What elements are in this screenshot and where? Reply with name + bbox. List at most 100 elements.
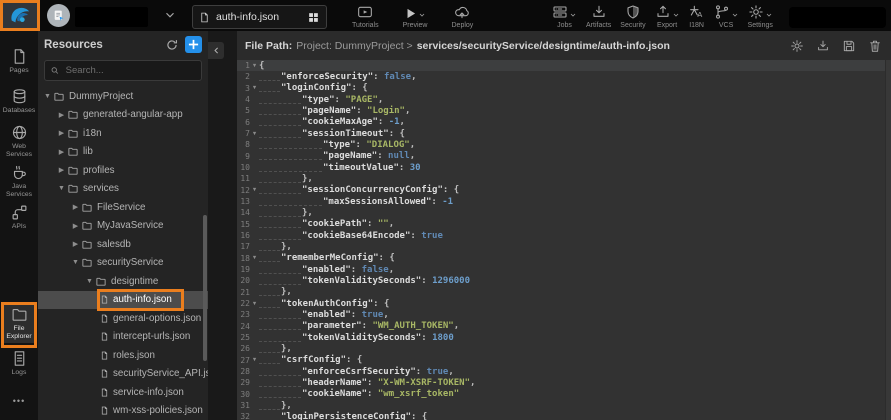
- chevron-expanded-icon[interactable]: ▼: [70, 259, 81, 266]
- topbar-action-settings[interactable]: Settings: [748, 4, 773, 29]
- topbar-action-i18n[interactable]: AI18N: [689, 4, 705, 29]
- code-line-3[interactable]: 3▼"loginConfig": {: [237, 83, 891, 94]
- editor-save-icon[interactable]: [842, 39, 856, 53]
- chevron-collapsed-icon[interactable]: ▶: [70, 222, 81, 230]
- chevron-collapsed-icon[interactable]: ▶: [56, 129, 67, 137]
- sidebar-item-java-services[interactable]: Java Services: [1, 162, 37, 201]
- code-line-6[interactable]: 6"cookieMaxAge": -1,: [237, 117, 891, 128]
- fold-marker-icon[interactable]: ▼: [250, 131, 259, 137]
- code-line-18[interactable]: 18▼"rememberMeConfig": {: [237, 253, 891, 264]
- topbar-action-deploy[interactable]: Deploy: [452, 4, 474, 29]
- sidebar-item-web-services[interactable]: Web Services: [1, 122, 37, 161]
- code-line-4[interactable]: 4"type": "PAGE",: [237, 94, 891, 105]
- chevron-expanded-icon[interactable]: ▼: [84, 278, 95, 285]
- code-line-23[interactable]: 23"enabled": true,: [237, 309, 891, 320]
- code-line-2[interactable]: 2"enforceSecurity": false,: [237, 71, 891, 82]
- code-line-13[interactable]: 13"maxSessionsAllowed": -1: [237, 196, 891, 207]
- code-line-16[interactable]: 16"cookieBase64Encode": true: [237, 230, 891, 241]
- chevron-collapsed-icon[interactable]: ▶: [70, 240, 81, 248]
- tree-folder-securityService[interactable]: ▼securityService: [38, 254, 208, 273]
- topbar-action-tutorials[interactable]: Tutorials: [352, 4, 379, 29]
- chevron-collapsed-icon[interactable]: ▶: [56, 111, 67, 119]
- code-line-17[interactable]: 17},: [237, 241, 891, 252]
- tree-folder-profiles[interactable]: ▶profiles: [38, 161, 208, 180]
- code-line-5[interactable]: 5"pageName": "Login",: [237, 105, 891, 116]
- code-line-8[interactable]: 8"type": "DIALOG",: [237, 139, 891, 150]
- resources-search[interactable]: [44, 60, 202, 81]
- code-line-20[interactable]: 20"tokenValiditySeconds": 1296000: [237, 275, 891, 286]
- open-file-tab[interactable]: auth-info.json: [192, 5, 327, 29]
- sidebar-item-file-explorer[interactable]: File Explorer: [1, 304, 37, 343]
- topbar-action-security[interactable]: Security: [620, 4, 645, 29]
- project-avatar[interactable]: [47, 4, 70, 27]
- chevron-collapsed-icon[interactable]: ▶: [56, 148, 67, 156]
- collapse-panel-button[interactable]: [208, 42, 224, 59]
- tree-folder-DummyProject[interactable]: ▼DummyProject: [38, 87, 208, 106]
- code-line-21[interactable]: 21},: [237, 287, 891, 298]
- code-line-12[interactable]: 12▼"sessionConcurrencyConfig": {: [237, 185, 891, 196]
- fold-marker-icon[interactable]: ▼: [250, 357, 259, 363]
- editor-delete-icon[interactable]: [868, 39, 882, 53]
- topbar-action-jobs[interactable]: Jobs: [552, 4, 577, 29]
- fold-marker-icon[interactable]: ▼: [250, 301, 259, 307]
- tree-file-service-info.json[interactable]: service-info.json: [38, 383, 208, 402]
- code-line-19[interactable]: 19"enabled": false,: [237, 264, 891, 275]
- tree-folder-FileService[interactable]: ▶FileService: [38, 198, 208, 217]
- code-line-14[interactable]: 14},: [237, 207, 891, 218]
- code-line-24[interactable]: 24"parameter": "WM_AUTH_TOKEN",: [237, 321, 891, 332]
- chevron-expanded-icon[interactable]: ▼: [42, 93, 53, 100]
- editor-download-icon[interactable]: [816, 39, 830, 53]
- sidebar-item-pages[interactable]: Pages: [1, 46, 37, 77]
- fold-marker-icon[interactable]: ▼: [250, 255, 259, 261]
- tree-folder-services[interactable]: ▼services: [38, 180, 208, 199]
- topbar-action-export[interactable]: Export: [655, 4, 680, 29]
- code-line-25[interactable]: 25"tokenValiditySeconds": 1800: [237, 332, 891, 343]
- code-line-11[interactable]: 11},: [237, 173, 891, 184]
- grid-icon[interactable]: [307, 11, 320, 24]
- code-line-7[interactable]: 7▼"sessionTimeout": {: [237, 128, 891, 139]
- code-line-27[interactable]: 27▼"csrfConfig": {: [237, 355, 891, 366]
- code-line-1[interactable]: 1▼{: [237, 60, 891, 71]
- fold-marker-icon[interactable]: ▼: [250, 85, 259, 91]
- sidebar-item-databases[interactable]: Databases: [1, 86, 37, 117]
- fold-marker-icon[interactable]: ▼: [250, 63, 259, 69]
- tree-folder-salesdb[interactable]: ▶salesdb: [38, 235, 208, 254]
- tree-scrollbar[interactable]: [203, 215, 207, 361]
- chevron-collapsed-icon[interactable]: ▶: [56, 166, 67, 174]
- tree-folder-i18n[interactable]: ▶i18n: [38, 124, 208, 143]
- code-line-29[interactable]: 29"headerName": "X-WM-XSRF-TOKEN",: [237, 377, 891, 388]
- code-line-30[interactable]: 30"cookieName": "wm_xsrf_token": [237, 389, 891, 400]
- topbar-action-vcs[interactable]: VCS: [714, 4, 739, 29]
- code-line-9[interactable]: 9"pageName": null,: [237, 151, 891, 162]
- code-area[interactable]: 1▼{2"enforceSecurity": false,3▼"loginCon…: [237, 60, 891, 420]
- code-line-10[interactable]: 10"timeoutValue": 30: [237, 162, 891, 173]
- topbar-action-artifacts[interactable]: Artifacts: [586, 4, 611, 29]
- sidebar-item-logs[interactable]: Logs: [1, 348, 37, 379]
- code-line-22[interactable]: 22▼"tokenAuthConfig": {: [237, 298, 891, 309]
- project-switcher-chevron-icon[interactable]: [163, 8, 177, 22]
- search-input[interactable]: [64, 64, 196, 77]
- tree-folder-designtime[interactable]: ▼designtime: [38, 272, 208, 291]
- editor-settings-icon[interactable]: [790, 39, 804, 53]
- fold-marker-icon[interactable]: ▼: [250, 187, 259, 193]
- tree-folder-lib[interactable]: ▶lib: [38, 143, 208, 162]
- chevron-expanded-icon[interactable]: ▼: [56, 185, 67, 192]
- tree-file-roles.json[interactable]: roles.json: [38, 346, 208, 365]
- tree-file-auth-info.json[interactable]: auth-info.json: [38, 291, 208, 310]
- wavemaker-logo[interactable]: [0, 0, 40, 31]
- refresh-icon[interactable]: [165, 38, 179, 52]
- tree-file-securityService_API.json[interactable]: securityService_API.json: [38, 365, 208, 384]
- code-line-32[interactable]: 32"loginPersistenceConfig": {: [237, 411, 891, 420]
- code-line-15[interactable]: 15"cookiePath": "",: [237, 219, 891, 230]
- code-line-26[interactable]: 26},: [237, 343, 891, 354]
- sidebar-more-button[interactable]: •••: [0, 396, 38, 406]
- tree-file-intercept-urls.json[interactable]: intercept-urls.json: [38, 328, 208, 347]
- tree-file-general-options.json[interactable]: general-options.json: [38, 309, 208, 328]
- tree-folder-generated-angular-app[interactable]: ▶generated-angular-app: [38, 106, 208, 125]
- sidebar-item-apis[interactable]: APIs: [1, 202, 37, 233]
- chevron-collapsed-icon[interactable]: ▶: [70, 203, 81, 211]
- tree-file-wm-xss-policies.json[interactable]: wm-xss-policies.json: [38, 402, 208, 420]
- add-resource-button[interactable]: [185, 36, 202, 53]
- code-line-31[interactable]: 31},: [237, 400, 891, 411]
- code-line-28[interactable]: 28"enforceCsrfSecurity": true,: [237, 366, 891, 377]
